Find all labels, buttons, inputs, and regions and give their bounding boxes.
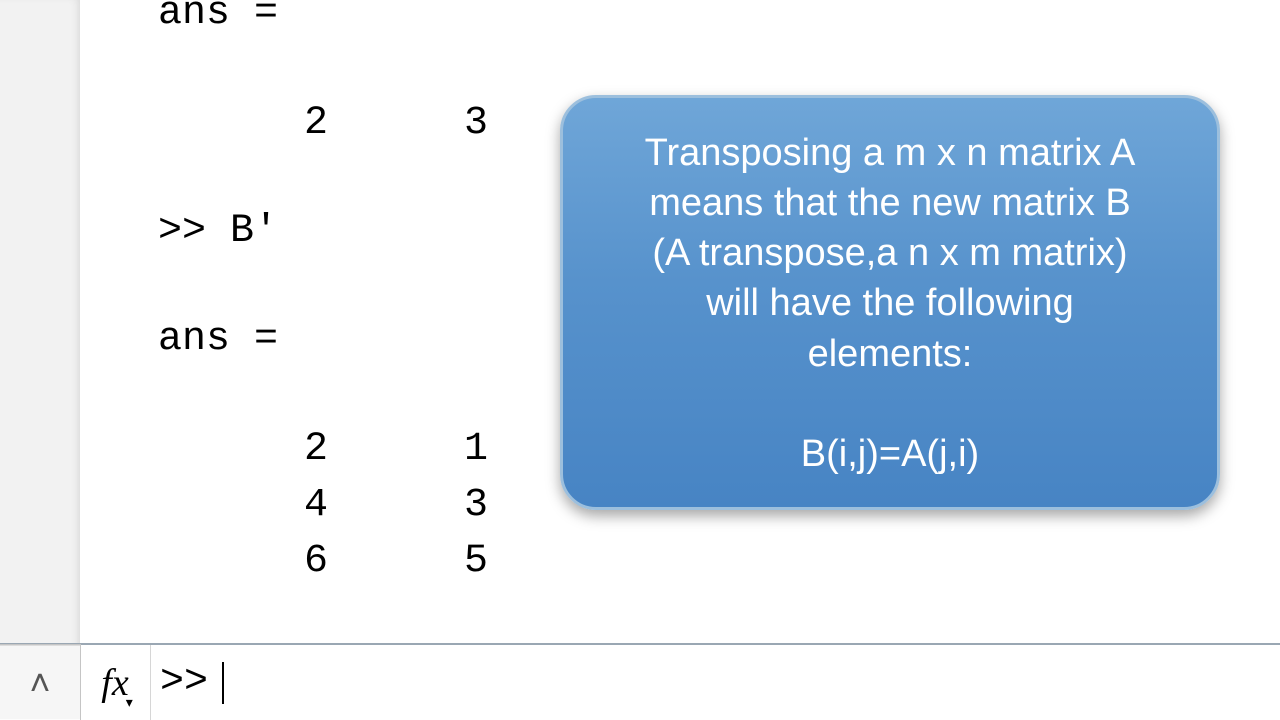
command-prompt[interactable]: >> (160, 645, 224, 720)
prompt-bar: ˄ fx ▾ >> (0, 643, 1280, 720)
table-row: 6 5 (168, 542, 1280, 582)
fx-icon: fx ▾ (101, 661, 128, 705)
matlab-command-window: ans = 2 3 >> B' ans = 2 1 4 3 6 5 (0, 0, 1280, 720)
left-gutter (0, 0, 81, 720)
fx-button[interactable]: fx ▾ (80, 645, 151, 720)
callout-text: Transposing a m x n matrix A means that … (645, 128, 1136, 379)
cell: 4 (168, 486, 328, 526)
prompt-symbol: >> (160, 660, 208, 705)
callout-line: Transposing a m x n matrix A (645, 128, 1136, 178)
ans-label-1: ans = (158, 0, 1280, 34)
fx-label: fx (101, 662, 128, 704)
cell: 6 (168, 542, 328, 582)
panel-edge (80, 0, 110, 720)
expand-button[interactable]: ˄ (0, 644, 81, 720)
dropdown-arrow-icon: ▾ (126, 694, 133, 711)
ans1-cell-0: 2 (168, 104, 328, 144)
callout-formula: B(i,j)=A(j,i) (801, 433, 979, 476)
text-caret (222, 662, 224, 704)
ans1-cell-1: 3 (328, 104, 488, 144)
cell: 5 (328, 542, 488, 582)
annotation-callout: Transposing a m x n matrix A means that … (560, 95, 1220, 510)
cell: 1 (328, 430, 488, 470)
callout-line: (A transpose,a n x m matrix) (645, 228, 1136, 278)
callout-line: elements: (645, 329, 1136, 379)
cell: 3 (328, 486, 488, 526)
cell: 2 (168, 430, 328, 470)
chevron-up-icon: ˄ (29, 665, 50, 701)
callout-line: means that the new matrix B (645, 178, 1136, 228)
callout-line: will have the following (645, 278, 1136, 328)
